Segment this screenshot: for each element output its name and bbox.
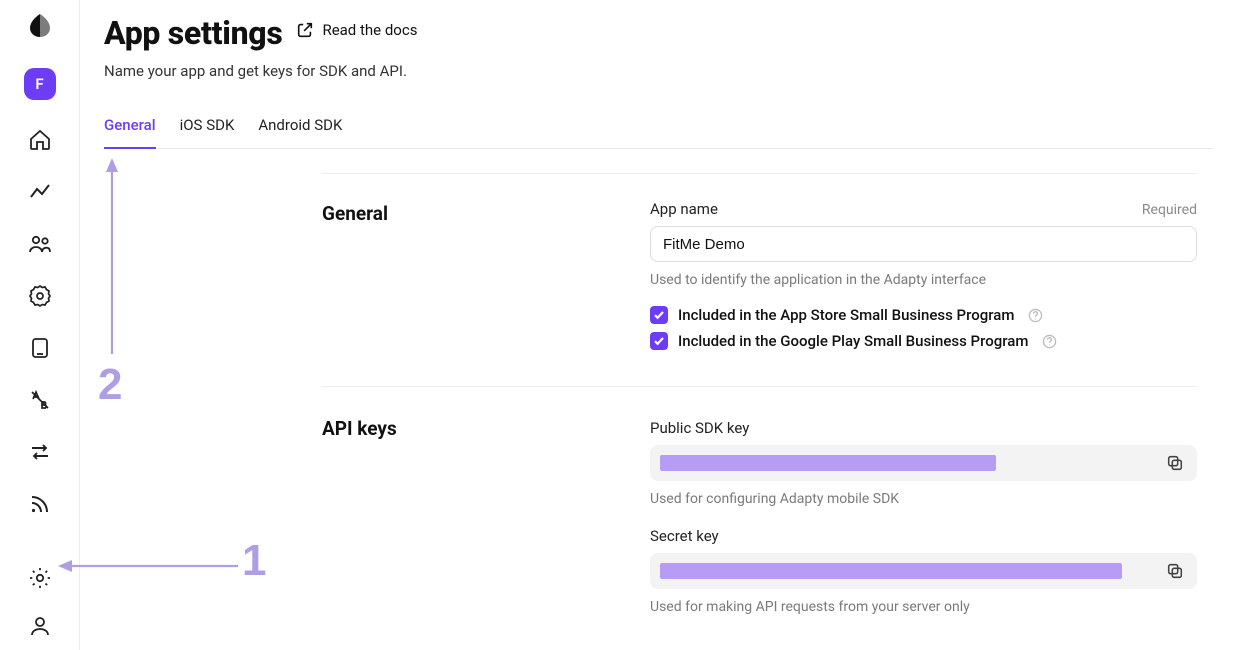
page-header: App settings Read the docs [104,14,1213,52]
tab-android-sdk[interactable]: Android SDK [258,112,342,148]
section-api-keys: API keys Public SDK key Used for co [322,415,1197,635]
copy-public-key-button[interactable] [1161,449,1189,477]
section-title-api-keys: API keys [322,415,650,635]
main-content: App settings Read the docs Name your app… [80,0,1237,650]
checkbox-app-store-label: Included in the App Store Small Business… [678,306,1014,324]
checkbox-app-store[interactable] [650,306,668,324]
settings-gear-icon[interactable] [28,566,52,590]
secret-key-label: Secret key [650,527,719,545]
section-divider [322,386,1197,387]
secret-key-redacted [660,563,1122,579]
read-docs-link[interactable]: Read the docs [296,21,417,39]
required-label: Required [1142,202,1197,218]
tabs: General iOS SDK Android SDK [104,112,1213,149]
users-icon[interactable] [28,232,52,256]
swap-icon[interactable] [28,440,52,464]
annotation-number-1: 1 [242,536,266,586]
secret-key-hint: Used for making API requests from your s… [650,599,1197,615]
read-docs-label: Read the docs [322,21,417,39]
workspace-avatar[interactable]: F [24,68,56,100]
tab-ios-sdk[interactable]: iOS SDK [180,112,235,148]
tablet-icon[interactable] [28,336,52,360]
public-sdk-key-field[interactable] [650,445,1197,481]
home-icon[interactable] [28,128,52,152]
help-icon[interactable] [1042,334,1057,349]
badge-gear-icon[interactable] [28,284,52,308]
secret-key-field[interactable] [650,553,1197,589]
content-area: General App name Required Used to identi… [104,149,1213,635]
public-sdk-key-hint: Used for configuring Adapty mobile SDK [650,491,1197,507]
app-logo [26,12,54,40]
tab-general[interactable]: General [104,112,156,148]
sidebar: F [0,0,80,650]
app-name-label: App name [650,200,718,218]
annotation-number-2: 2 [98,360,122,410]
feed-icon[interactable] [28,492,52,516]
section-general: General App name Required Used to identi… [322,200,1197,350]
arrow-icon [102,158,122,354]
copy-secret-key-button[interactable] [1161,557,1189,585]
arrow-icon [58,556,240,576]
analytics-icon[interactable] [28,180,52,204]
app-name-input[interactable] [650,226,1197,262]
page-title: App settings [104,14,282,52]
checkbox-google-play[interactable] [650,332,668,350]
public-sdk-key-redacted [660,455,996,471]
section-title-general: General [322,200,650,350]
help-icon[interactable] [1028,308,1043,323]
profile-icon[interactable] [28,614,52,638]
app-name-hint: Used to identify the application in the … [650,272,1197,288]
ab-test-icon[interactable] [28,388,52,412]
checkbox-google-play-label: Included in the Google Play Small Busine… [678,332,1028,350]
public-sdk-key-label: Public SDK key [650,419,749,437]
external-link-icon [296,21,314,39]
page-subtitle: Name your app and get keys for SDK and A… [104,62,1213,80]
